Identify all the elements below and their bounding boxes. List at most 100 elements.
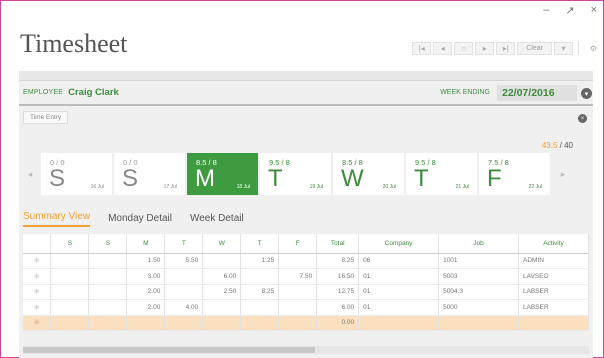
table-cell[interactable]: 0.00 <box>316 315 360 331</box>
table-cell[interactable]: 01 <box>358 299 440 316</box>
table-cell[interactable]: 3.00 <box>126 268 166 285</box>
tab-week-detail[interactable]: Week Detail <box>190 213 244 227</box>
table-cell[interactable] <box>50 284 90 300</box>
table-cell[interactable]: LABSER <box>518 284 590 300</box>
table-cell[interactable] <box>278 253 318 269</box>
previous-week-arrow-icon[interactable]: ◂ <box>19 169 41 180</box>
table-cell[interactable]: 5003 <box>438 268 519 285</box>
table-cell[interactable]: 5.50 <box>164 253 204 269</box>
table-cell[interactable]: 2.00 <box>126 299 166 316</box>
table-cell[interactable]: 2.50 <box>202 284 242 300</box>
first-record-button[interactable]: |◂ <box>412 41 432 55</box>
column-header[interactable]: T <box>240 234 280 254</box>
table-cell[interactable] <box>438 315 519 331</box>
table-cell[interactable] <box>88 268 128 285</box>
table-cell[interactable]: 5004.3 <box>438 284 519 300</box>
table-cell[interactable]: 8.25 <box>240 284 280 300</box>
last-record-button[interactable]: ▸| <box>496 41 516 55</box>
clear-button[interactable]: Clear <box>517 41 552 55</box>
table-cell[interactable]: 01 <box>358 268 440 285</box>
day-card[interactable]: 8.5 / 8 W 20 Jul <box>333 153 404 195</box>
previous-record-button[interactable]: ◂ <box>433 41 453 55</box>
tab-monday-detail[interactable]: Monday Detail <box>108 213 172 227</box>
day-card[interactable]: 9.5 / 8 T 19 Jul <box>260 153 331 195</box>
table-row[interactable]: ✳ 3.00 6.00 7.50 16.50 01 5003 LAVSEO <box>23 268 590 285</box>
table-cell[interactable] <box>88 253 128 269</box>
close-button[interactable]: × <box>591 4 597 17</box>
table-cell[interactable]: 01 <box>358 284 440 300</box>
row-options-icon[interactable]: ✳ <box>23 284 52 300</box>
table-cell[interactable] <box>240 268 280 285</box>
table-cell[interactable] <box>50 268 90 285</box>
table-cell[interactable] <box>50 253 90 269</box>
table-cell[interactable] <box>126 315 166 331</box>
table-row[interactable]: ✳ 2.00 2.50 8.25 12.75 01 5004.3 LABSER <box>23 284 590 300</box>
day-card[interactable]: 0 / 0 S 16 Jul <box>41 153 112 195</box>
close-circle-icon[interactable]: × <box>578 114 587 123</box>
table-cell[interactable]: 16.50 <box>316 268 360 285</box>
filter-dropdown-button[interactable]: ▾ <box>554 41 573 55</box>
row-options-icon[interactable]: ✳ <box>23 253 52 269</box>
tab-time-entry[interactable]: Time Entry <box>23 111 69 124</box>
row-options-icon[interactable]: ✳ <box>23 268 52 285</box>
column-header[interactable]: W <box>202 234 242 254</box>
refresh-button[interactable]: ○ <box>454 41 474 55</box>
next-week-arrow-icon[interactable]: ▸ <box>552 169 574 180</box>
column-header[interactable]: Job <box>438 234 519 254</box>
table-cell[interactable]: LABSER <box>518 299 590 316</box>
table-cell[interactable] <box>88 284 128 300</box>
employee-name[interactable]: Craig Clark <box>68 87 119 98</box>
minimize-button[interactable]: – <box>543 4 549 17</box>
table-cell[interactable]: 6.00 <box>202 268 242 285</box>
column-header[interactable] <box>23 234 52 254</box>
horizontal-scrollbar[interactable] <box>23 346 589 354</box>
table-cell[interactable] <box>50 315 90 331</box>
table-cell[interactable] <box>240 299 280 316</box>
column-header[interactable]: F <box>278 234 318 254</box>
table-cell[interactable]: 1.25 <box>240 253 280 269</box>
table-cell[interactable] <box>88 299 128 316</box>
table-cell[interactable]: 1001 <box>438 253 519 269</box>
table-cell[interactable] <box>50 299 90 316</box>
table-cell[interactable]: 2.00 <box>126 284 166 300</box>
table-cell[interactable] <box>278 315 318 331</box>
table-cell[interactable]: LAVSEO <box>518 268 590 285</box>
table-cell[interactable]: 6.00 <box>316 299 360 316</box>
column-header[interactable]: T <box>164 234 204 254</box>
day-card[interactable]: 7.5 / 8 F 22 Jul <box>479 153 550 195</box>
column-header[interactable]: S <box>88 234 128 254</box>
next-record-button[interactable]: ▸ <box>475 41 495 55</box>
settings-icon[interactable]: ⚙ <box>584 42 603 55</box>
day-card[interactable]: 0 / 0 S 17 Jul <box>114 153 185 195</box>
table-cell[interactable]: 4.00 <box>164 299 204 316</box>
table-row[interactable]: ✳ 1.50 5.50 1.25 8.25 06 1001 ADMIN <box>23 253 590 269</box>
maximize-button[interactable]: ↗ <box>565 4 574 17</box>
column-header[interactable]: Company <box>358 234 440 254</box>
table-cell[interactable] <box>278 299 318 316</box>
column-header[interactable]: Total <box>316 234 360 254</box>
tab-summary-view[interactable]: Summary View <box>23 211 91 227</box>
row-options-icon[interactable]: ✳ <box>23 315 52 331</box>
day-card[interactable]: 8.5 / 8 M 18 Jul <box>187 153 258 195</box>
table-cell[interactable]: 5000 <box>438 299 519 316</box>
table-cell[interactable] <box>240 315 280 331</box>
week-ending-field[interactable]: 22/07/2016 <box>497 85 577 101</box>
column-header[interactable]: Activity <box>518 234 590 254</box>
table-cell[interactable]: ADMIN <box>518 253 590 269</box>
table-cell[interactable] <box>358 315 440 331</box>
table-cell[interactable]: 06 <box>358 253 440 269</box>
row-options-icon[interactable]: ✳ <box>23 299 52 316</box>
table-row[interactable]: ✳ 0.00 <box>23 315 590 331</box>
week-ending-dropdown-icon[interactable]: ▾ <box>581 88 592 99</box>
scrollbar-thumb[interactable] <box>23 347 315 353</box>
table-cell[interactable] <box>278 284 318 300</box>
table-cell[interactable] <box>518 315 590 331</box>
table-cell[interactable]: 8.25 <box>316 253 360 269</box>
table-cell[interactable]: 7.50 <box>278 268 318 285</box>
table-cell[interactable]: 12.75 <box>316 284 360 300</box>
day-card[interactable]: 9.5 / 8 T 21 Jul <box>406 153 477 195</box>
table-cell[interactable] <box>164 284 204 300</box>
table-row[interactable]: ✳ 2.00 4.00 6.00 01 5000 LABSER <box>23 299 590 316</box>
table-cell[interactable] <box>202 253 242 269</box>
table-cell[interactable] <box>164 268 204 285</box>
